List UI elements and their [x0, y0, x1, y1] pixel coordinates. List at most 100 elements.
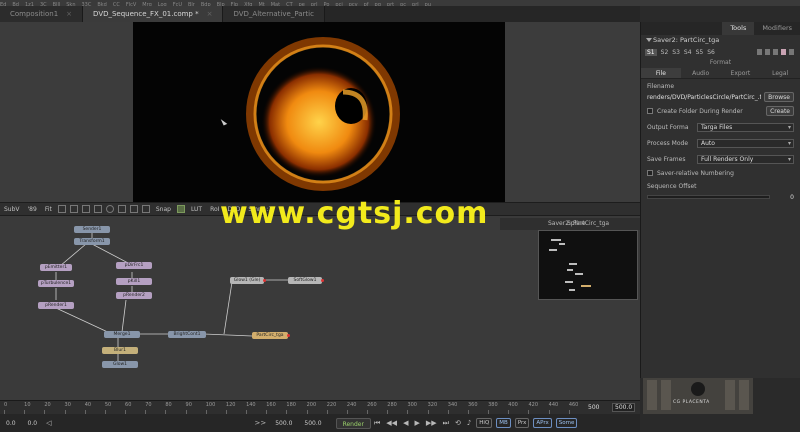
hiq-toggle[interactable]: HiQ — [476, 418, 493, 428]
loop-icon[interactable]: ⟲ — [455, 419, 461, 427]
tool-header[interactable]: Saver2: PartCirc_tga — [641, 35, 800, 46]
step-back-icon[interactable]: ◀◀ — [386, 419, 397, 427]
end-time-field[interactable]: 500.0 — [612, 403, 636, 412]
sequence-offset-slider[interactable] — [647, 195, 770, 199]
skip-start-icon[interactable]: ⏮ — [374, 419, 380, 428]
audio-icon[interactable]: ♪ — [467, 419, 471, 427]
play-icon[interactable]: ▶ — [414, 419, 419, 427]
timeline-tick-label: 320 — [427, 402, 438, 408]
process-mode-label: Process Mode — [647, 139, 689, 147]
filename-field[interactable]: renders/DVD/ParticlesCircle/PartCirc_.tg… — [647, 94, 761, 101]
play-reverse-icon[interactable]: ◀ — [403, 419, 408, 427]
output-port[interactable] — [321, 279, 324, 282]
step-forward-icon[interactable]: ▶▶ — [426, 419, 437, 427]
subtab-audio[interactable]: Audio — [681, 68, 721, 78]
node-label: pRender2 — [123, 293, 145, 298]
spline-tab[interactable]: Spline — [567, 218, 585, 230]
slot-s2[interactable]: S2 — [661, 49, 669, 56]
mb-toggle[interactable]: MB — [496, 418, 511, 428]
flow-node[interactable]: Glow1 (Gle) — [230, 277, 266, 284]
ellipse-icon[interactable] — [105, 205, 114, 213]
timeline-ruler[interactable]: 500 0 10 20 30 40 50 60 70 80 90 100 120 140 160 180 20… — [0, 400, 640, 414]
aprx-toggle[interactable]: APrx — [533, 418, 552, 428]
subtab-file[interactable]: File — [641, 68, 681, 78]
output-port[interactable] — [263, 279, 266, 282]
create-button[interactable]: Create — [766, 106, 794, 116]
close-icon[interactable]: × — [66, 10, 72, 18]
flow-node[interactable]: BrightCont1 — [168, 331, 206, 338]
color-swatch-icon[interactable] — [781, 49, 786, 55]
zoom-dropdown[interactable]: '89 — [28, 206, 37, 213]
process-mode-select[interactable]: Auto — [697, 138, 794, 148]
subview-dropdown[interactable]: SubV — [4, 206, 20, 213]
roi-button[interactable]: RoI — [210, 206, 219, 213]
slot-s6[interactable]: S6 — [707, 49, 715, 56]
tab-composition1[interactable]: Composition1 × — [0, 6, 84, 22]
reset-icon[interactable] — [773, 49, 778, 55]
timeline-tick-label: 0 — [4, 402, 8, 408]
fit-button[interactable]: Fit — [45, 206, 52, 213]
slot-s5[interactable]: S5 — [696, 49, 704, 56]
flow-node[interactable]: pEmitter1 — [40, 264, 72, 271]
save-frames-select[interactable]: Full Renders Only — [697, 154, 794, 164]
tab-modifiers[interactable]: Modifiers — [754, 22, 800, 35]
prx-toggle[interactable]: Prx — [514, 418, 530, 428]
snap-dropdown[interactable]: Snap — [156, 206, 171, 213]
sequence-offset-value[interactable]: 0 — [776, 194, 794, 201]
browse-button[interactable]: Browse — [764, 92, 794, 102]
slot-s1[interactable]: S1 — [645, 48, 657, 56]
flow-node[interactable]: Blur1 — [102, 347, 138, 354]
timeline-tick-label: 360 — [467, 402, 478, 408]
flow-node[interactable]: pRender1 — [38, 302, 74, 309]
flow-node[interactable]: Transform1 — [74, 238, 110, 245]
lut-button[interactable]: LUT — [191, 206, 202, 213]
text-icon[interactable] — [129, 205, 138, 213]
flow-node[interactable]: pRender2 — [116, 292, 152, 299]
timeline-tick-label: 60 — [125, 402, 132, 408]
flow-node[interactable]: Merge1 — [104, 331, 140, 338]
flow-node[interactable]: pDirFrc1 — [116, 262, 152, 269]
image-viewer[interactable] — [133, 22, 505, 202]
render-end-field[interactable]: 500.0 — [275, 420, 292, 427]
bezier-icon[interactable] — [81, 205, 90, 213]
menu-icon[interactable] — [789, 49, 794, 55]
start-marker-icon[interactable]: ◁ — [46, 419, 51, 427]
global-end-field[interactable]: 500.0 — [304, 420, 321, 427]
tab-dvd-alternative[interactable]: DVD_Alternative_Partic — [223, 6, 325, 22]
slot-s3[interactable]: S3 — [672, 49, 680, 56]
flow-node[interactable]: PartCirc_tga — [252, 332, 290, 339]
slot-s4[interactable]: S4 — [684, 49, 692, 56]
global-start-field[interactable]: 0.0 — [6, 420, 16, 427]
mask-icon[interactable] — [176, 205, 185, 213]
flow-node[interactable]: pKill1 — [116, 278, 152, 285]
timeline-tick-label: 340 — [447, 402, 458, 408]
subtab-export[interactable]: Export — [721, 68, 761, 78]
render-start-field[interactable]: 0.0 — [28, 420, 38, 427]
output-port[interactable] — [287, 334, 290, 337]
output-format-select[interactable]: Targa Files — [697, 122, 794, 132]
tab-dvd-sequence[interactable]: DVD_Sequence_FX_01.comp * × — [83, 6, 224, 22]
tab-tools[interactable]: Tools — [722, 22, 755, 35]
bspline-icon[interactable] — [69, 205, 78, 213]
subtab-legal[interactable]: Legal — [760, 68, 800, 78]
some-toggle[interactable]: Some — [555, 418, 578, 428]
flow-node[interactable]: pTurbulence1 — [38, 280, 74, 287]
grid-icon[interactable] — [141, 205, 150, 213]
polyline-icon[interactable] — [57, 205, 66, 213]
create-folder-checkbox[interactable] — [647, 108, 653, 114]
render-button[interactable]: Render — [335, 417, 371, 429]
flow-node[interactable]: Sender1 — [74, 226, 110, 233]
flow-minimap[interactable] — [538, 230, 638, 300]
close-icon[interactable]: × — [207, 10, 213, 18]
flow-node[interactable]: Glow1 — [102, 361, 138, 368]
flow-node[interactable]: SoftGlow1 — [288, 277, 324, 284]
lock-icon[interactable] — [765, 49, 770, 55]
skip-end-icon[interactable]: ⏭ — [443, 419, 449, 428]
rectangle-icon[interactable] — [93, 205, 102, 213]
viewer-panel — [0, 22, 640, 202]
pin-icon[interactable] — [757, 49, 762, 55]
timeline-tick-label: 30 — [64, 402, 71, 408]
saver-relative-checkbox[interactable] — [647, 170, 653, 176]
end-arrow[interactable]: >> — [254, 419, 266, 427]
paint-icon[interactable] — [117, 205, 126, 213]
